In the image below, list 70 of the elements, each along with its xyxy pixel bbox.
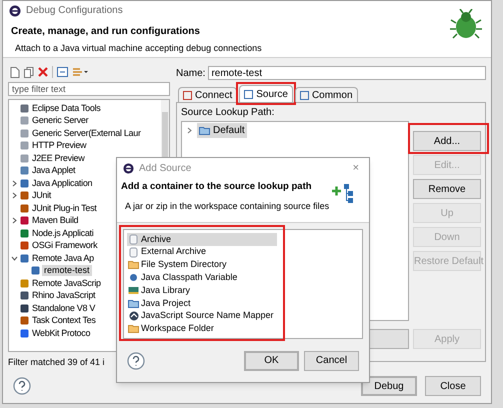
list-item[interactable]: Java Library — [127, 284, 277, 297]
dialog-button[interactable]: Remove — [413, 179, 481, 200]
dialog-button[interactable]: Cancel — [304, 350, 359, 370]
dialog-button[interactable]: Add... — [413, 131, 481, 152]
tree-item[interactable]: Eclipse Data Tools — [31, 102, 102, 114]
list-item[interactable]: JavaScript Source Name Mapper — [127, 310, 277, 323]
tree-item[interactable]: JUnit — [31, 190, 52, 202]
name-field[interactable]: remote-test — [208, 66, 486, 80]
close-button[interactable]: × — [348, 160, 363, 176]
dot-icon — [129, 273, 138, 282]
filter-icon[interactable] — [72, 67, 88, 78]
list-item[interactable]: Workspace Folder — [127, 322, 277, 336]
help-icon[interactable] — [127, 352, 145, 370]
tree-item[interactable]: Generic Server — [31, 115, 90, 126]
tree-item[interactable]: Rhino JavaScript — [31, 290, 96, 302]
tree-item[interactable]: JUnit Plug-in Test — [31, 202, 98, 214]
bug-icon — [449, 8, 483, 39]
delete-icon[interactable] — [38, 67, 48, 78]
tree-item[interactable]: OSGi Framework — [31, 240, 98, 252]
list-item[interactable]: Archive — [127, 233, 277, 246]
tree-item[interactable]: J2EE Preview — [31, 152, 86, 164]
tree-item[interactable]: Node.js Applicati — [31, 228, 94, 239]
tab-icon — [183, 90, 192, 100]
dialog-title: Add Source — [139, 162, 192, 176]
filter-field[interactable]: type filter text — [8, 82, 170, 96]
list-item[interactable]: Java Classpath Variable — [127, 271, 277, 284]
tab[interactable]: Connect — [178, 87, 238, 102]
tree-item[interactable]: Java Application — [31, 178, 94, 189]
list-item[interactable]: Java Project — [127, 296, 277, 310]
collapse-all-icon[interactable] — [57, 67, 68, 78]
tree-item[interactable]: Remote JavaScrip — [31, 278, 102, 289]
jar-icon — [129, 234, 138, 245]
new-config-icon[interactable] — [10, 66, 20, 78]
tree-item[interactable]: Task Context Tes — [31, 315, 97, 326]
tree-item[interactable]: Java Applet — [31, 165, 76, 176]
dialog-button[interactable]: Debug — [361, 376, 417, 396]
tree-item[interactable]: Remote Java Ap — [31, 252, 95, 264]
tab-icon — [244, 90, 254, 99]
tab-icon — [300, 90, 309, 100]
project-folder-icon — [128, 298, 139, 308]
folder-icon — [128, 260, 139, 270]
window-title: Debug Configurations — [26, 4, 123, 18]
tree-item[interactable]: Generic Server(External Laur — [31, 128, 142, 139]
list-item[interactable]: File System Directory — [127, 258, 277, 272]
duplicate-icon[interactable] — [24, 66, 34, 78]
header-title: Create, manage, and run configurations — [11, 24, 201, 38]
section-label: Source Lookup Path: — [181, 107, 276, 120]
jar-icon — [129, 246, 138, 258]
tree-item[interactable]: HTTP Preview — [31, 140, 88, 152]
dialog-button[interactable]: OK — [244, 350, 299, 370]
tree-item[interactable]: Maven Build — [31, 215, 80, 226]
header-subtitle: Attach to a Java virtual machine accepting debug connections — [14, 42, 262, 54]
folder-icon — [128, 324, 139, 334]
help-icon[interactable] — [13, 377, 31, 396]
tree-item[interactable]: remote-test — [42, 265, 92, 276]
dialog-button[interactable]: Close — [425, 376, 481, 396]
highlight-frame — [236, 82, 296, 106]
tab[interactable]: Source — [239, 85, 293, 102]
list-item[interactable]: External Archive — [127, 246, 277, 259]
tree-item[interactable]: Standalone V8 V — [31, 302, 96, 314]
dialog-heading: Add a container to the source lookup path — [121, 180, 313, 194]
library-icon — [128, 286, 139, 296]
tab[interactable]: Common — [294, 87, 358, 102]
tree-item[interactable]: WebKit Protoco — [31, 328, 92, 339]
filter-status: Filter matched 39 of 41 i — [8, 356, 105, 370]
add-container-icon — [331, 182, 355, 204]
name-label: Name: — [176, 66, 206, 81]
dialog-description: A jar or zip in the workspace containing source files — [124, 200, 330, 214]
tree-item[interactable]: Default — [197, 123, 247, 138]
folder-icon — [199, 126, 210, 136]
